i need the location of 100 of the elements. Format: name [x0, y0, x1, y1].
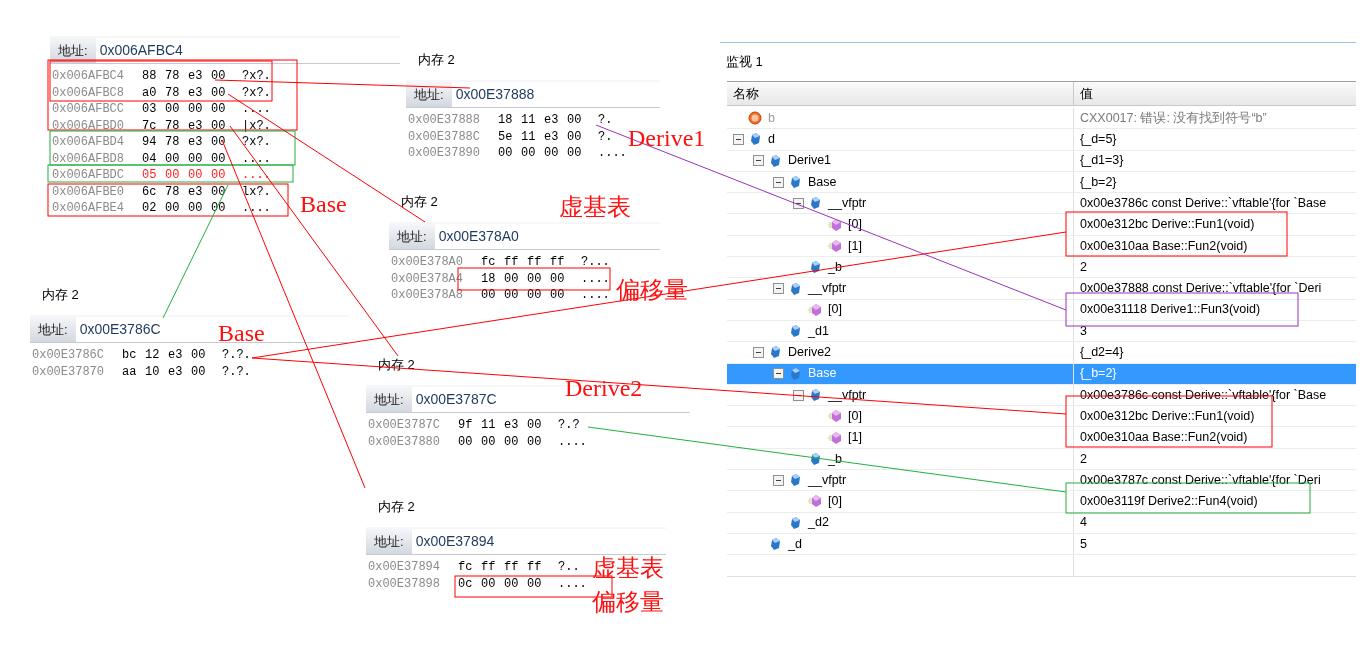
ascii-text: ....	[558, 575, 587, 593]
tree-row[interactable]: [1] 0x00e310aa Base::Fun2(void)	[727, 235, 1356, 258]
column-header[interactable]: 名称	[727, 82, 1074, 105]
collapse-icon[interactable]	[733, 133, 744, 145]
collapse-icon[interactable]	[793, 389, 804, 401]
byte-value: 78	[165, 68, 181, 86]
byte-value: e3	[544, 112, 560, 130]
field-icon	[768, 153, 782, 168]
field-icon	[788, 175, 802, 190]
byte-value: 00	[191, 363, 207, 381]
address-field[interactable]: 0x00E37894	[411, 529, 512, 554]
variable-value: {_d=5}	[1080, 131, 1117, 149]
tree-row[interactable]: Base {_b=2}	[727, 171, 1356, 194]
tree-row[interactable]: _d 5	[727, 533, 1356, 556]
ascii-text: ....	[242, 200, 271, 218]
window-title: 内存 2	[418, 51, 455, 70]
memory-address: 0x00E378A8	[391, 287, 464, 305]
ascii-text: ....	[242, 150, 271, 168]
ascii-text: ....	[242, 167, 271, 185]
address-label: 地址:	[373, 532, 405, 551]
ascii-text: ?x?.	[242, 134, 271, 152]
tree-row[interactable]: d {_d=5}	[727, 129, 1356, 151]
tree-row[interactable]: [0] 0x00e312bc Derive::Fun1(void)	[727, 406, 1356, 428]
byte-value: ff	[527, 559, 543, 577]
ascii-text: ?.?.	[222, 363, 251, 381]
field-icon	[808, 451, 822, 466]
byte-value: 02	[142, 200, 158, 218]
field-icon	[788, 515, 802, 530]
byte-value: 0c	[458, 575, 474, 593]
address-field[interactable]: 0x00E378A0	[434, 224, 535, 249]
variable-name: __vfptr	[828, 386, 867, 404]
variable-value: {_b=2}	[1080, 173, 1117, 191]
byte-value: e3	[188, 134, 204, 152]
tree-row[interactable]: b CXX0017: 错误: 没有找到符号“b”	[727, 108, 1356, 130]
byte-value: 00	[211, 167, 227, 185]
tree-row[interactable]: [0] 0x00e3119f Derive2::Fun4(void)	[727, 491, 1356, 513]
address-field[interactable]: 0x006AFBC4	[95, 38, 196, 63]
variable-name: Base	[808, 365, 837, 383]
byte-value: 18	[481, 270, 497, 288]
tree-row[interactable]: [0] 0x00e31118 Derive1::Fun3(void)	[727, 299, 1356, 321]
memory-address: 0x00E37880	[368, 433, 441, 451]
ascii-text: ?.?	[558, 417, 580, 435]
address-field[interactable]: 0x00E3787C	[411, 387, 512, 412]
field-icon	[788, 281, 802, 296]
tree-row[interactable]: [1] 0x00e310aa Base::Fun2(void)	[727, 427, 1356, 449]
tree-row[interactable]: _d1 3	[727, 320, 1356, 343]
memory-address: 0x00E37888	[408, 112, 481, 130]
byte-value: 7c	[142, 117, 158, 135]
tree-row[interactable]: [0] 0x00e312bc Derive::Fun1(void)	[727, 214, 1356, 236]
byte-value: e3	[188, 117, 204, 135]
byte-value: 00	[211, 101, 227, 119]
variable-name: [0]	[848, 216, 862, 234]
byte-value: 78	[165, 117, 181, 135]
memory-address: 0x006AFBD8	[52, 150, 125, 168]
byte-value: ff	[504, 254, 520, 272]
ascii-text: ....	[242, 101, 271, 119]
tree-row[interactable]: __vfptr 0x00e3787c const Derive::`vftable'{for `Deri	[727, 470, 1356, 492]
byte-value: 00	[550, 270, 566, 288]
byte-value: 94	[142, 134, 158, 152]
tree-row[interactable]: Derive2 {_d2=4}	[727, 342, 1356, 364]
method-icon	[828, 430, 842, 445]
byte-value: 00	[211, 150, 227, 168]
collapse-icon[interactable]	[773, 176, 784, 188]
collapse-icon[interactable]	[793, 197, 804, 209]
variable-name: d	[768, 131, 775, 149]
method-icon	[808, 302, 822, 317]
tree-row[interactable]: Derive1 {_d1=3}	[727, 150, 1356, 172]
collapse-icon[interactable]	[773, 283, 784, 294]
collapse-icon[interactable]	[753, 155, 764, 167]
variable-name: [0]	[828, 301, 842, 319]
variable-name: [0]	[828, 493, 842, 511]
byte-value: 11	[521, 112, 537, 130]
byte-value: 00	[527, 433, 543, 451]
method-icon	[828, 238, 842, 253]
variable-value: 3	[1080, 322, 1087, 340]
variable-value: 0x00e31118 Derive1::Fun3(void)	[1080, 301, 1261, 319]
memory-address: 0x00E37898	[368, 575, 441, 593]
tree-row[interactable]: __vfptr 0x00e37888 const Derive::`vftable'{for `Deri	[727, 278, 1356, 300]
tree-row[interactable]: __vfptr 0x00e3786c const Derive::`vftable'{for `Base	[727, 384, 1356, 407]
byte-value: 00	[165, 150, 181, 168]
collapse-icon[interactable]	[753, 346, 764, 358]
byte-value: 00	[188, 167, 204, 185]
column-header[interactable]: 值	[1074, 82, 1356, 105]
collapse-icon[interactable]	[773, 368, 784, 380]
address-field[interactable]: 0x00E37888	[451, 82, 552, 107]
byte-value: 00	[481, 575, 497, 593]
byte-value: 00	[567, 128, 583, 146]
variable-value: 0x00e312bc Derive::Fun1(void)	[1080, 407, 1255, 425]
collapse-icon[interactable]	[773, 474, 784, 486]
variable-name: __vfptr	[808, 471, 847, 489]
byte-value: 00	[165, 200, 181, 218]
ascii-text: ....	[581, 270, 610, 288]
variable-value: 0x00e3786c const Derive::`vftable'{for `Base	[1080, 386, 1327, 404]
tree-row[interactable]: __vfptr 0x00e3786c const Derive::`vftable'{for `Base	[727, 193, 1356, 215]
address-field[interactable]: 0x00E3786C	[75, 317, 176, 342]
variable-value: 0x00e312bc Derive::Fun1(void)	[1080, 216, 1255, 234]
byte-value: fc	[458, 559, 474, 577]
tree-row[interactable]: _d2 4	[727, 512, 1356, 534]
byte-value: 00	[504, 575, 520, 593]
byte-value: 00	[504, 270, 520, 288]
